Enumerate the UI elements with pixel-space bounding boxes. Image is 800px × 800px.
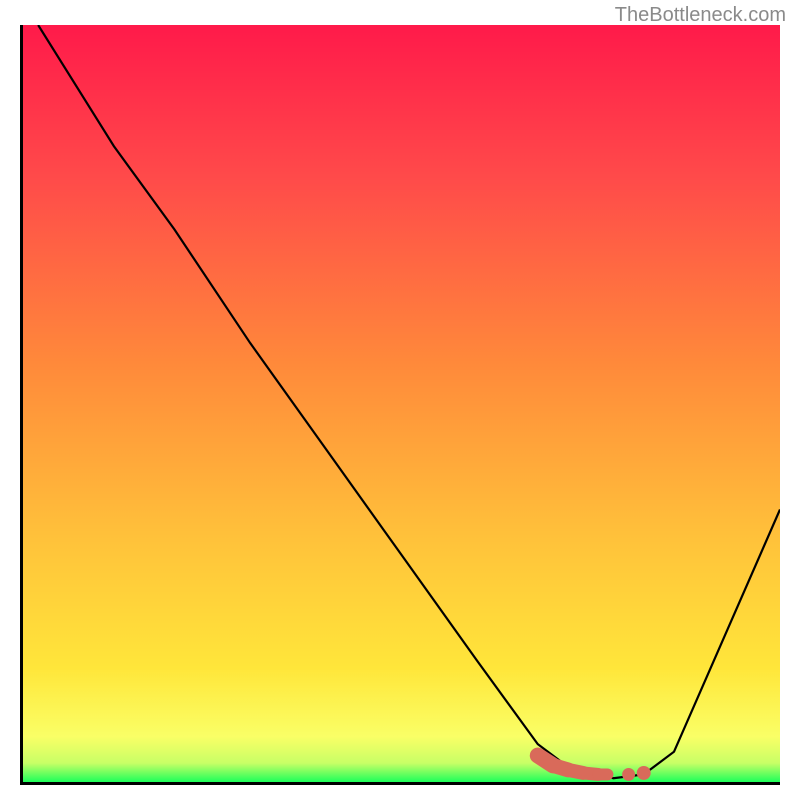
marker-points: [23, 25, 780, 782]
watermark-text: TheBottleneck.com: [615, 4, 786, 27]
plot-area: [20, 25, 780, 785]
chart-container: TheBottleneck.com: [0, 0, 800, 800]
